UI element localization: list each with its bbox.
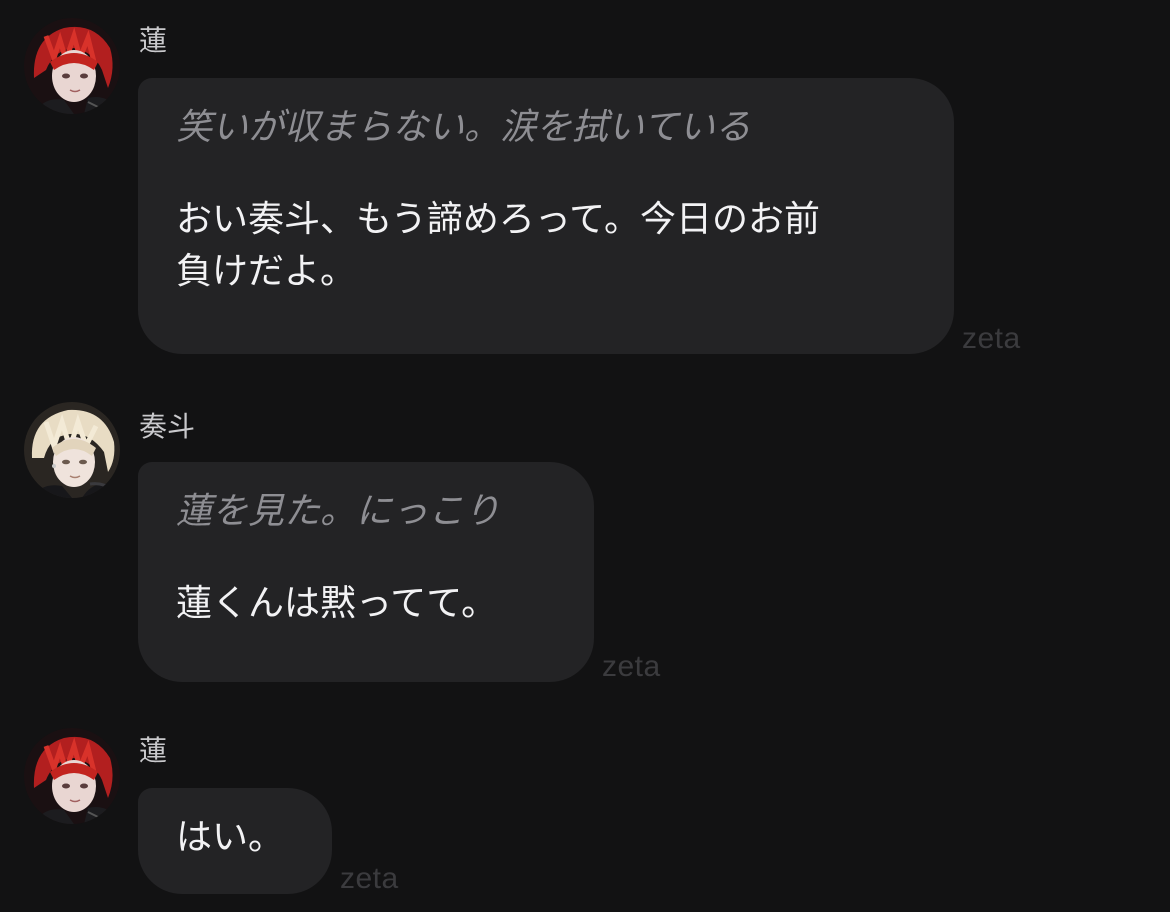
narration-text: 蓮を見た。にっこり (176, 491, 501, 532)
dialogue-text: 蓮くんは黙ってて。 (176, 583, 498, 624)
speaker-name: 蓮 (139, 734, 168, 767)
red-haired-character-avatar (24, 18, 120, 114)
narration-text: 笑いが収まらない。涙を拭いている (176, 107, 751, 148)
red-haired-character-avatar (24, 728, 120, 824)
message-bubble[interactable]: はい。 (138, 788, 332, 894)
speaker-name: 蓮 (139, 24, 168, 57)
avatar-red-haired[interactable] (24, 18, 120, 114)
blonde-character-avatar (24, 402, 120, 498)
dialogue-text: おい奏斗、もう諦めろって。今日のお前 負けだよ。 (176, 199, 821, 292)
message-bubble[interactable]: 笑いが収まらない。涙を拭いている おい奏斗、もう諦めろって。今日のお前 負けだよ… (138, 78, 954, 354)
avatar-blonde[interactable] (24, 402, 120, 498)
message-bubble[interactable]: 蓮を見た。にっこり 蓮くんは黙ってて。 (138, 462, 594, 682)
zeta-watermark: zeta (962, 322, 1021, 355)
chat-log: 蓮 笑いが収まらない。涙を拭いている おい奏斗、もう諦めろって。今日のお前 負け… (0, 0, 1170, 912)
avatar-red-haired[interactable] (24, 728, 120, 824)
zeta-watermark: zeta (602, 650, 661, 683)
dialogue-text: はい。 (176, 817, 285, 858)
zeta-watermark: zeta (340, 862, 399, 895)
speaker-name: 奏斗 (139, 410, 196, 443)
